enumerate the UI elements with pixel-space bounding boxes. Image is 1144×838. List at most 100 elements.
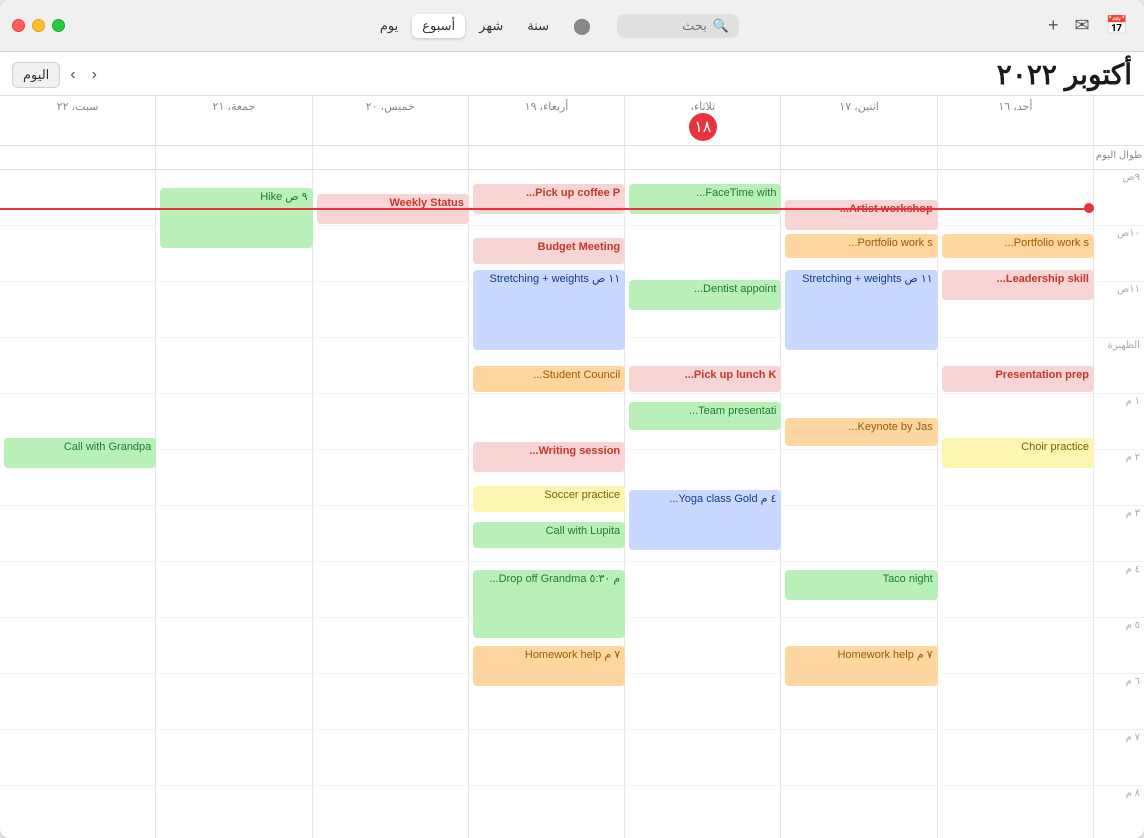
event-leadership-skill[interactable]: Leadership skill... xyxy=(942,270,1094,300)
view-month-button[interactable]: شهر xyxy=(469,14,513,38)
time-cell-r9-c5[interactable] xyxy=(156,674,312,730)
time-cell-r1-c6[interactable] xyxy=(0,226,156,282)
time-cell-r11-c6[interactable] xyxy=(0,786,156,838)
siri-icon[interactable]: ⬤ xyxy=(573,16,591,36)
event-drop-off-grandma[interactable]: م ٥:٣٠ Drop off Grandma... xyxy=(473,570,625,638)
time-cell-r4-c5[interactable] xyxy=(156,394,312,450)
time-cell-r8-c4[interactable] xyxy=(313,618,469,674)
time-cell-r10-c1[interactable] xyxy=(781,730,937,786)
event-hike[interactable]: ٩ ص Hike xyxy=(160,188,312,248)
event-team-presentati[interactable]: Team presentati... xyxy=(629,402,781,430)
view-day-button[interactable]: يوم xyxy=(370,14,408,38)
time-cell-r10-c3[interactable] xyxy=(469,730,625,786)
time-cell-r4-c4[interactable] xyxy=(313,394,469,450)
time-cell-r5-c4[interactable] xyxy=(313,450,469,506)
view-year-button[interactable]: سنة xyxy=(517,14,559,38)
event-portfolio-work-s-1[interactable]: Portfolio work s... xyxy=(942,234,1094,258)
event-presentation-prep[interactable]: Presentation prep xyxy=(942,366,1094,392)
time-cell-r1-c4[interactable] xyxy=(313,226,469,282)
event-weekly-status[interactable]: Weekly Status xyxy=(317,194,469,224)
event-dentist-appoint[interactable]: Dentist appoint... xyxy=(629,280,781,310)
time-cell-r6-c4[interactable] xyxy=(313,506,469,562)
time-cell-r11-c5[interactable] xyxy=(156,786,312,838)
view-week-button[interactable]: أسبوع xyxy=(412,14,465,38)
calendar-list-button[interactable]: 📅 xyxy=(1102,11,1132,40)
search-input[interactable] xyxy=(627,18,707,33)
time-cell-r5-c5[interactable] xyxy=(156,450,312,506)
add-event-button[interactable]: + xyxy=(1044,11,1063,40)
time-cell-r7-c6[interactable] xyxy=(0,562,156,618)
close-button[interactable] xyxy=(12,19,25,32)
next-week-button[interactable]: › xyxy=(86,64,103,86)
time-cell-r2-c5[interactable] xyxy=(156,282,312,338)
event-taco-night[interactable]: Taco night xyxy=(785,570,937,600)
time-cell-r8-c2[interactable] xyxy=(625,618,781,674)
maximize-button[interactable] xyxy=(52,19,65,32)
event-budget-meeting[interactable]: Budget Meeting xyxy=(473,238,625,264)
event-call-with-grandpa[interactable]: Call with Grandpa xyxy=(4,438,156,468)
time-cell-r11-c1[interactable] xyxy=(781,786,937,838)
time-cell-r3-c6[interactable] xyxy=(0,338,156,394)
time-cell-r7-c4[interactable] xyxy=(313,562,469,618)
mail-icon-button[interactable]: ✉ xyxy=(1070,11,1093,40)
event-pick-up-lunch[interactable]: Pick up lunch K... xyxy=(629,366,781,392)
event-artist-workshop[interactable]: Artist workshop... xyxy=(785,200,937,230)
time-cell-r8-c5[interactable] xyxy=(156,618,312,674)
event-portfolio-work-s-2[interactable]: Portfolio work s... xyxy=(785,234,937,258)
time-cell-r7-c5[interactable] xyxy=(156,562,312,618)
time-cell-r5-c1[interactable] xyxy=(781,450,937,506)
app-window: 🔍 ⬤ سنة شهر أسبوع يوم + ✉ 📅 إظهار قائمة … xyxy=(0,0,1144,838)
time-cell-r8-c0[interactable] xyxy=(938,618,1094,674)
time-cell-r6-c1[interactable] xyxy=(781,506,937,562)
event-yoga-class[interactable]: ٤ م Yoga class Gold... xyxy=(629,490,781,550)
event-choir-practice[interactable]: Choir practice xyxy=(942,438,1094,468)
event-pick-up-coffee[interactable]: Pick up coffee P... xyxy=(473,184,625,214)
time-cell-r11-c0[interactable] xyxy=(938,786,1094,838)
time-cell-r3-c4[interactable] xyxy=(313,338,469,394)
time-cell-r2-c6[interactable] xyxy=(0,282,156,338)
minimize-button[interactable] xyxy=(32,19,45,32)
time-cell-r6-c6[interactable] xyxy=(0,506,156,562)
event-student-council[interactable]: Student Council... xyxy=(473,366,625,392)
time-cell-r11-c4[interactable] xyxy=(313,786,469,838)
time-cell-r8-c6[interactable] xyxy=(0,618,156,674)
today-button[interactable]: اليوم xyxy=(12,62,60,88)
event-stretching-weights-1[interactable]: ١١ ص Stretching + weights xyxy=(473,270,625,350)
day-name-fri: جمعة، ٢١ xyxy=(158,100,309,113)
prev-week-button[interactable]: ‹ xyxy=(64,64,81,86)
time-cell-r6-c0[interactable] xyxy=(938,506,1094,562)
time-cell-r0-c0[interactable] xyxy=(938,170,1094,226)
event-keynote-by-jas[interactable]: Keynote by Jas... xyxy=(785,418,937,446)
time-cell-r3-c5[interactable] xyxy=(156,338,312,394)
event-facetime-with[interactable]: FaceTime with... xyxy=(629,184,781,214)
time-cell-r9-c6[interactable] xyxy=(0,674,156,730)
time-cell-r10-c6[interactable] xyxy=(0,730,156,786)
time-cell-r10-c0[interactable] xyxy=(938,730,1094,786)
time-cell-r11-c2[interactable] xyxy=(625,786,781,838)
time-cell-r9-c0[interactable] xyxy=(938,674,1094,730)
time-label-9: ٦ م xyxy=(1094,674,1144,730)
time-cell-r1-c2[interactable] xyxy=(625,226,781,282)
event-soccer-practice[interactable]: Soccer practice xyxy=(473,486,625,512)
time-cell-r0-c6[interactable] xyxy=(0,170,156,226)
time-cell-r6-c5[interactable] xyxy=(156,506,312,562)
day-num-tue-today: ١٨ xyxy=(689,113,717,141)
time-cell-r2-c4[interactable] xyxy=(313,282,469,338)
event-homework-help-2[interactable]: ٧ م Homework help xyxy=(785,646,937,686)
event-writing-session[interactable]: Writing session... xyxy=(473,442,625,472)
calendar-area: أكتوبر ٢٠٢٢ اليوم ‹ › أحد، ١٦ اثنين، ١٧ … xyxy=(0,52,1144,838)
event-homework-help-1[interactable]: ٧ م Homework help xyxy=(473,646,625,686)
search-box[interactable]: 🔍 xyxy=(617,14,739,38)
time-cell-r10-c2[interactable] xyxy=(625,730,781,786)
time-cell-r7-c2[interactable] xyxy=(625,562,781,618)
time-gutter-header xyxy=(1094,96,1144,145)
time-cell-r7-c0[interactable] xyxy=(938,562,1094,618)
time-cell-r10-c4[interactable] xyxy=(313,730,469,786)
time-cell-r9-c2[interactable] xyxy=(625,674,781,730)
time-cell-r10-c5[interactable] xyxy=(156,730,312,786)
time-cell-r9-c4[interactable] xyxy=(313,674,469,730)
time-label-5: ٢ م xyxy=(1094,450,1144,506)
time-cell-r11-c3[interactable] xyxy=(469,786,625,838)
event-call-with-lupita[interactable]: Call with Lupita xyxy=(473,522,625,548)
event-stretching-weights-2[interactable]: ١١ ص Stretching + weights xyxy=(785,270,937,350)
